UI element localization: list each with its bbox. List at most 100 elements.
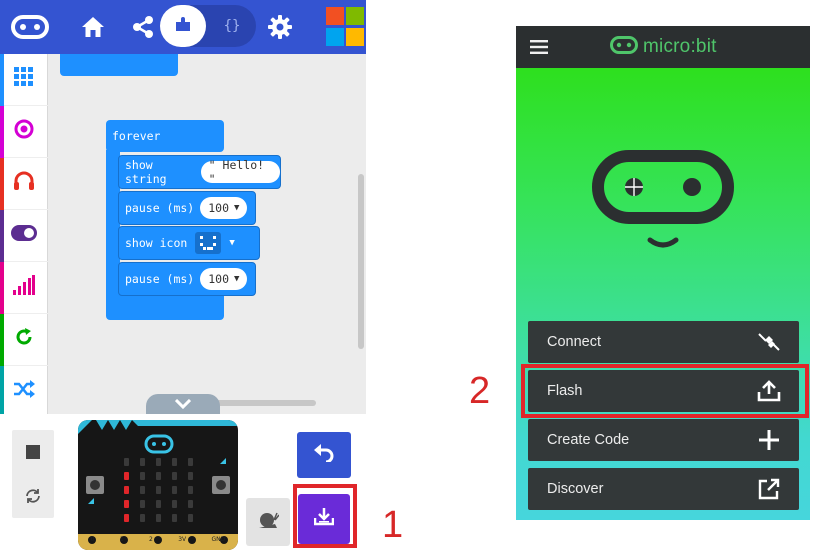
- pause-block[interactable]: pause (ms) 100 ▼: [118, 191, 256, 225]
- chevron-down-icon: [174, 396, 192, 414]
- led-face-icon: [195, 232, 222, 254]
- led-pixel: [140, 458, 145, 466]
- icon-picker[interactable]: ▼: [195, 232, 235, 254]
- toolbox-basic[interactable]: [0, 54, 48, 106]
- microbit-logo-icon[interactable]: [10, 11, 50, 43]
- toolbox-logic[interactable]: [0, 366, 48, 418]
- led-pixel: [172, 514, 177, 522]
- led-pixel: [140, 486, 145, 494]
- pin-0-label: 0: [90, 536, 95, 543]
- led-pixel: [124, 514, 129, 522]
- toolbox-loops[interactable]: [0, 314, 48, 366]
- led-pixel: [188, 500, 193, 508]
- pin-gnd-label: GND: [211, 536, 226, 543]
- snail-icon: [257, 511, 280, 534]
- pause-value-dropdown[interactable]: 100 ▼: [200, 268, 248, 290]
- led-pixel: [124, 500, 129, 508]
- blocks-tab[interactable]: [160, 5, 206, 47]
- grid-icon: [14, 67, 34, 92]
- blocks-workspace[interactable]: forever show string " Hello! " pause (ms…: [48, 54, 366, 414]
- download-highlight-box: [293, 484, 357, 548]
- home-icon[interactable]: [78, 11, 108, 43]
- slow-mode-button[interactable]: [246, 498, 290, 546]
- undo-button[interactable]: [297, 432, 351, 478]
- block-toolbox: [0, 54, 48, 418]
- chevron-down-icon: ▼: [234, 203, 240, 213]
- javascript-tab[interactable]: {}: [208, 5, 256, 47]
- microsoft-logo: [326, 7, 366, 47]
- led-pixel: [188, 458, 193, 466]
- led-pixel: [156, 486, 161, 494]
- undo-icon: [314, 443, 334, 467]
- led-pixel: [172, 486, 177, 494]
- microbit-app: micro:bit Connect Flash Create Code Disc…: [516, 26, 810, 520]
- partial-block[interactable]: [60, 54, 178, 76]
- show-string-value[interactable]: " Hello! ": [200, 158, 280, 186]
- show-string-label: show string: [125, 158, 167, 186]
- app-header: micro:bit: [516, 26, 810, 68]
- flash-highlight-box: [521, 364, 809, 418]
- step-1-label: 1: [382, 504, 404, 546]
- microbit-simulator-board[interactable]: 0 1 2 3V GND: [78, 420, 238, 550]
- toolbox-led[interactable]: [0, 210, 48, 262]
- pin-labels: 0 1 2 3V GND: [78, 536, 238, 548]
- microbit-face: [592, 150, 734, 261]
- plug-icon: [757, 330, 781, 354]
- toolbox-music[interactable]: [0, 158, 48, 210]
- toolbox-radio[interactable]: [0, 262, 48, 314]
- show-icon-block[interactable]: show icon ▼: [118, 226, 260, 260]
- hamburger-icon[interactable]: [530, 39, 548, 55]
- led-pixel: [140, 472, 145, 480]
- led-pixel: [172, 458, 177, 466]
- makecode-editor: {} forever show string " Hello! " pause …: [0, 0, 366, 556]
- led-pixel: [156, 514, 161, 522]
- collapse-simulator-button[interactable]: [146, 394, 220, 416]
- chevron-down-icon: ▼: [229, 238, 235, 248]
- show-string-block[interactable]: show string " Hello! ": [118, 155, 281, 189]
- pin-2-label: 2: [149, 536, 153, 543]
- microbit-logo-icon: [610, 35, 638, 59]
- discover-row[interactable]: Discover: [528, 468, 799, 510]
- simulator-controls: [12, 430, 54, 518]
- forever-label: forever: [112, 129, 161, 143]
- led-pixel: [140, 500, 145, 508]
- external-link-icon: [757, 477, 781, 501]
- toolbox-input[interactable]: [0, 106, 48, 158]
- pause-label: pause (ms): [125, 272, 195, 286]
- forever-block[interactable]: forever: [106, 120, 224, 152]
- signal-icon: [13, 275, 35, 300]
- brand-name: micro:bit: [643, 36, 717, 57]
- create-code-row[interactable]: Create Code: [528, 419, 799, 461]
- refresh-icon: [14, 327, 34, 352]
- create-code-label: Create Code: [547, 432, 630, 448]
- led-pixel: [188, 472, 193, 480]
- led-pixel: [140, 514, 145, 522]
- forever-block-footer: [106, 292, 224, 320]
- connect-label: Connect: [547, 334, 602, 350]
- shuffle-icon: [13, 380, 35, 403]
- share-icon[interactable]: [128, 11, 158, 43]
- pin-3v-label: 3V: [178, 536, 187, 543]
- toggle-icon: [11, 225, 37, 246]
- vertical-scrollbar[interactable]: [358, 174, 364, 349]
- puzzle-icon: [174, 15, 192, 38]
- app-brand: micro:bit: [610, 35, 717, 59]
- screenshot: {} forever show string " Hello! " pause …: [0, 0, 840, 556]
- pin-1-label: 1: [119, 536, 124, 543]
- led-pixel: [124, 486, 129, 494]
- stop-icon[interactable]: [12, 430, 54, 474]
- led-pixel: [124, 458, 129, 466]
- pause-block[interactable]: pause (ms) 100 ▼: [118, 262, 256, 296]
- connect-row[interactable]: Connect: [528, 321, 799, 363]
- gear-icon[interactable]: [264, 11, 296, 43]
- led-pixel: [124, 472, 129, 480]
- chevron-down-icon: ▼: [234, 274, 240, 284]
- app-home: Connect Flash Create Code Discover: [516, 68, 810, 520]
- led-pixel: [188, 486, 193, 494]
- restart-icon[interactable]: [12, 474, 54, 518]
- led-pixel: [156, 472, 161, 480]
- discover-label: Discover: [547, 481, 604, 497]
- headphones-icon: [13, 171, 35, 196]
- led-pixel: [172, 472, 177, 480]
- pause-value-dropdown[interactable]: 100 ▼: [200, 197, 248, 219]
